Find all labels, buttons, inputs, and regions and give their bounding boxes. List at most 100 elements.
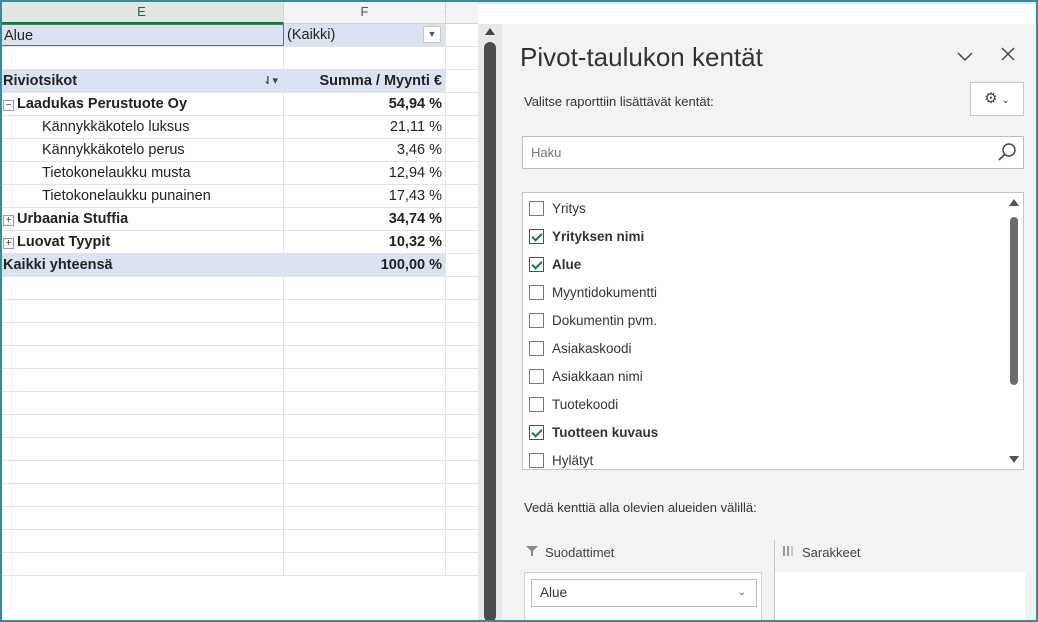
field-checkbox[interactable] bbox=[529, 228, 544, 244]
scrollbar-thumb[interactable] bbox=[484, 42, 496, 622]
scroll-down-icon[interactable] bbox=[1009, 456, 1019, 463]
filter-value-cell[interactable]: (Kaikki) ▼ bbox=[284, 24, 446, 46]
empty-cell[interactable] bbox=[446, 185, 478, 207]
empty-cell[interactable] bbox=[0, 553, 284, 575]
empty-cell[interactable] bbox=[446, 254, 478, 276]
field-checkbox[interactable] bbox=[529, 452, 544, 468]
empty-cell[interactable] bbox=[284, 553, 446, 575]
empty-cell[interactable] bbox=[446, 70, 478, 92]
empty-cell[interactable] bbox=[284, 392, 446, 414]
empty-cell[interactable] bbox=[284, 438, 446, 460]
empty-cell[interactable] bbox=[446, 392, 478, 414]
empty-cell[interactable] bbox=[0, 530, 284, 552]
field-checkbox[interactable] bbox=[529, 424, 544, 440]
empty-cell[interactable] bbox=[0, 484, 284, 506]
row-labels-header[interactable]: Riviotsikot ⇃▾ bbox=[0, 70, 284, 92]
item-value-cell[interactable]: 17,43 % bbox=[284, 185, 446, 207]
empty-cell[interactable] bbox=[0, 369, 284, 391]
scroll-up-icon[interactable] bbox=[1009, 199, 1019, 206]
empty-cell[interactable] bbox=[0, 346, 284, 368]
field-item[interactable]: Asiakaskoodi bbox=[529, 337, 632, 359]
field-item[interactable]: Tuotteen kuvaus bbox=[529, 421, 658, 443]
chevron-down-icon[interactable] bbox=[957, 46, 973, 67]
field-item[interactable]: Asiakkaan nimi bbox=[529, 365, 643, 387]
sort-dropdown-icon[interactable]: ⇃▾ bbox=[263, 70, 278, 92]
empty-cell[interactable] bbox=[284, 369, 446, 391]
empty-cell[interactable] bbox=[284, 300, 446, 322]
group-value-cell[interactable]: 10,32 % bbox=[284, 231, 446, 253]
empty-cell[interactable] bbox=[446, 139, 478, 161]
field-item[interactable]: Alue bbox=[529, 253, 581, 275]
close-icon[interactable] bbox=[1000, 42, 1016, 68]
empty-cell[interactable] bbox=[446, 24, 478, 46]
field-checkbox[interactable] bbox=[529, 284, 544, 300]
field-item[interactable]: Dokumentin pvm. bbox=[529, 309, 657, 331]
empty-cell[interactable] bbox=[284, 323, 446, 345]
empty-cell[interactable] bbox=[446, 93, 478, 115]
field-list-scrollbar[interactable] bbox=[1005, 193, 1023, 469]
empty-cell[interactable] bbox=[446, 461, 478, 483]
empty-cell[interactable] bbox=[284, 507, 446, 529]
filters-drop-zone[interactable]: Alue ⌄ bbox=[524, 572, 762, 622]
empty-cell[interactable] bbox=[0, 461, 284, 483]
empty-cell[interactable] bbox=[446, 553, 478, 575]
field-checkbox[interactable] bbox=[529, 312, 544, 328]
item-label-cell[interactable]: Kännykkäkotelo luksus bbox=[0, 116, 284, 138]
empty-cell[interactable] bbox=[446, 415, 478, 437]
empty-cell[interactable] bbox=[0, 323, 284, 345]
settings-button[interactable]: ⚙ ⌄ bbox=[970, 82, 1024, 116]
filter-label-cell[interactable]: Alue bbox=[0, 24, 284, 46]
empty-cell[interactable] bbox=[446, 369, 478, 391]
empty-cell[interactable] bbox=[446, 530, 478, 552]
empty-cell[interactable] bbox=[446, 300, 478, 322]
search-icon[interactable] bbox=[997, 142, 1017, 162]
value-header[interactable]: Summa / Myynti € bbox=[284, 70, 446, 92]
empty-cell[interactable] bbox=[284, 415, 446, 437]
empty-cell[interactable] bbox=[446, 162, 478, 184]
empty-cell[interactable] bbox=[446, 47, 478, 69]
field-item[interactable]: Yrityksen nimi bbox=[529, 225, 644, 247]
item-label-cell[interactable]: Kännykkäkotelo perus bbox=[0, 139, 284, 161]
empty-cell[interactable] bbox=[284, 530, 446, 552]
scroll-up-icon[interactable] bbox=[485, 28, 495, 35]
vertical-scrollbar[interactable] bbox=[478, 24, 502, 622]
empty-cell[interactable] bbox=[0, 392, 284, 414]
field-checkbox[interactable] bbox=[529, 340, 544, 356]
grand-total-value[interactable]: 100,00 % bbox=[284, 254, 446, 276]
item-value-cell[interactable]: 12,94 % bbox=[284, 162, 446, 184]
filter-dropdown-icon[interactable]: ▼ bbox=[423, 26, 441, 43]
group-label-cell[interactable]: + Urbaania Stuffia bbox=[0, 208, 284, 230]
field-item[interactable]: Hylätyt bbox=[529, 449, 593, 469]
filter-field-item[interactable]: Alue ⌄ bbox=[531, 579, 757, 607]
column-header-f[interactable]: F bbox=[284, 0, 446, 24]
empty-cell[interactable] bbox=[0, 507, 284, 529]
expand-icon[interactable]: + bbox=[3, 238, 14, 249]
expand-icon[interactable]: + bbox=[3, 215, 14, 226]
item-label-cell[interactable]: Tietokonelaukku musta bbox=[0, 162, 284, 184]
empty-cell[interactable] bbox=[446, 507, 478, 529]
field-checkbox[interactable] bbox=[529, 396, 544, 412]
empty-cell[interactable] bbox=[0, 438, 284, 460]
field-checkbox[interactable] bbox=[529, 368, 544, 384]
empty-cell[interactable] bbox=[446, 438, 478, 460]
empty-cell[interactable] bbox=[284, 461, 446, 483]
empty-cell[interactable] bbox=[284, 277, 446, 299]
field-item[interactable]: Tuotekoodi bbox=[529, 393, 618, 415]
group-value-cell[interactable]: 54,94 % bbox=[284, 93, 446, 115]
item-value-cell[interactable]: 21,11 % bbox=[284, 116, 446, 138]
empty-cell[interactable] bbox=[0, 415, 284, 437]
group-label-cell[interactable]: + Luovat Tyypit bbox=[0, 231, 284, 253]
chevron-down-icon[interactable]: ⌄ bbox=[738, 580, 746, 606]
empty-cell[interactable] bbox=[446, 277, 478, 299]
grand-total-label[interactable]: Kaikki yhteensä bbox=[0, 254, 284, 276]
column-header-g[interactable] bbox=[446, 0, 478, 24]
field-checkbox[interactable] bbox=[529, 256, 544, 272]
item-label-cell[interactable]: Tietokonelaukku punainen bbox=[0, 185, 284, 207]
columns-drop-zone[interactable] bbox=[775, 572, 1025, 622]
empty-cell[interactable] bbox=[446, 231, 478, 253]
search-input[interactable] bbox=[523, 137, 983, 168]
empty-cell[interactable] bbox=[284, 47, 446, 69]
field-item[interactable]: Myyntidokumentti bbox=[529, 281, 657, 303]
empty-cell[interactable] bbox=[446, 484, 478, 506]
empty-cell[interactable] bbox=[0, 277, 284, 299]
